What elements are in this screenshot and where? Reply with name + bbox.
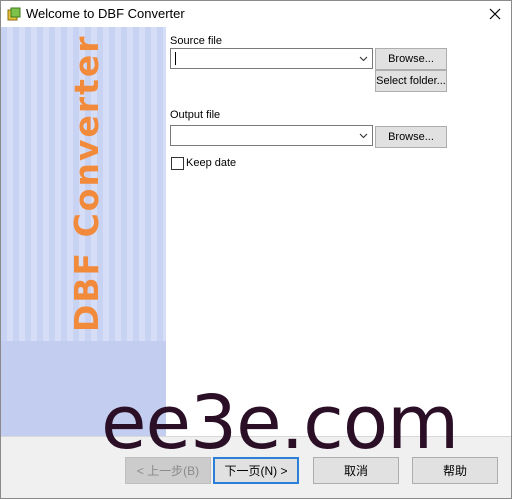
dbf-app-icon bbox=[7, 7, 21, 21]
chevron-down-icon[interactable] bbox=[358, 53, 369, 64]
chevron-down-icon[interactable] bbox=[358, 130, 369, 141]
select-folder-button[interactable]: Select folder... bbox=[375, 70, 447, 92]
title-bar: Welcome to DBF Converter bbox=[1, 1, 511, 27]
window-title: Welcome to DBF Converter bbox=[26, 6, 185, 21]
watermark-text: ee3e.com bbox=[101, 380, 459, 466]
wizard-content: Source file Browse... Select folder... O… bbox=[166, 27, 511, 436]
close-icon bbox=[489, 8, 501, 20]
keep-date-checkbox[interactable] bbox=[171, 157, 184, 170]
source-file-combobox[interactable] bbox=[170, 48, 373, 69]
output-file-combobox[interactable] bbox=[170, 125, 373, 146]
keep-date-label[interactable]: Keep date bbox=[186, 157, 236, 169]
source-file-label: Source file bbox=[170, 35, 222, 47]
source-browse-button[interactable]: Browse... bbox=[375, 48, 447, 70]
output-browse-button[interactable]: Browse... bbox=[375, 126, 447, 148]
dbf-converter-window: Welcome to DBF Converter DBF Converter S… bbox=[0, 0, 512, 499]
text-caret bbox=[175, 52, 176, 65]
output-file-label: Output file bbox=[170, 109, 221, 121]
sidebar-banner: DBF Converter bbox=[1, 27, 166, 436]
close-button[interactable] bbox=[479, 1, 511, 27]
sidebar-brand-text: DBF Converter bbox=[67, 34, 106, 332]
